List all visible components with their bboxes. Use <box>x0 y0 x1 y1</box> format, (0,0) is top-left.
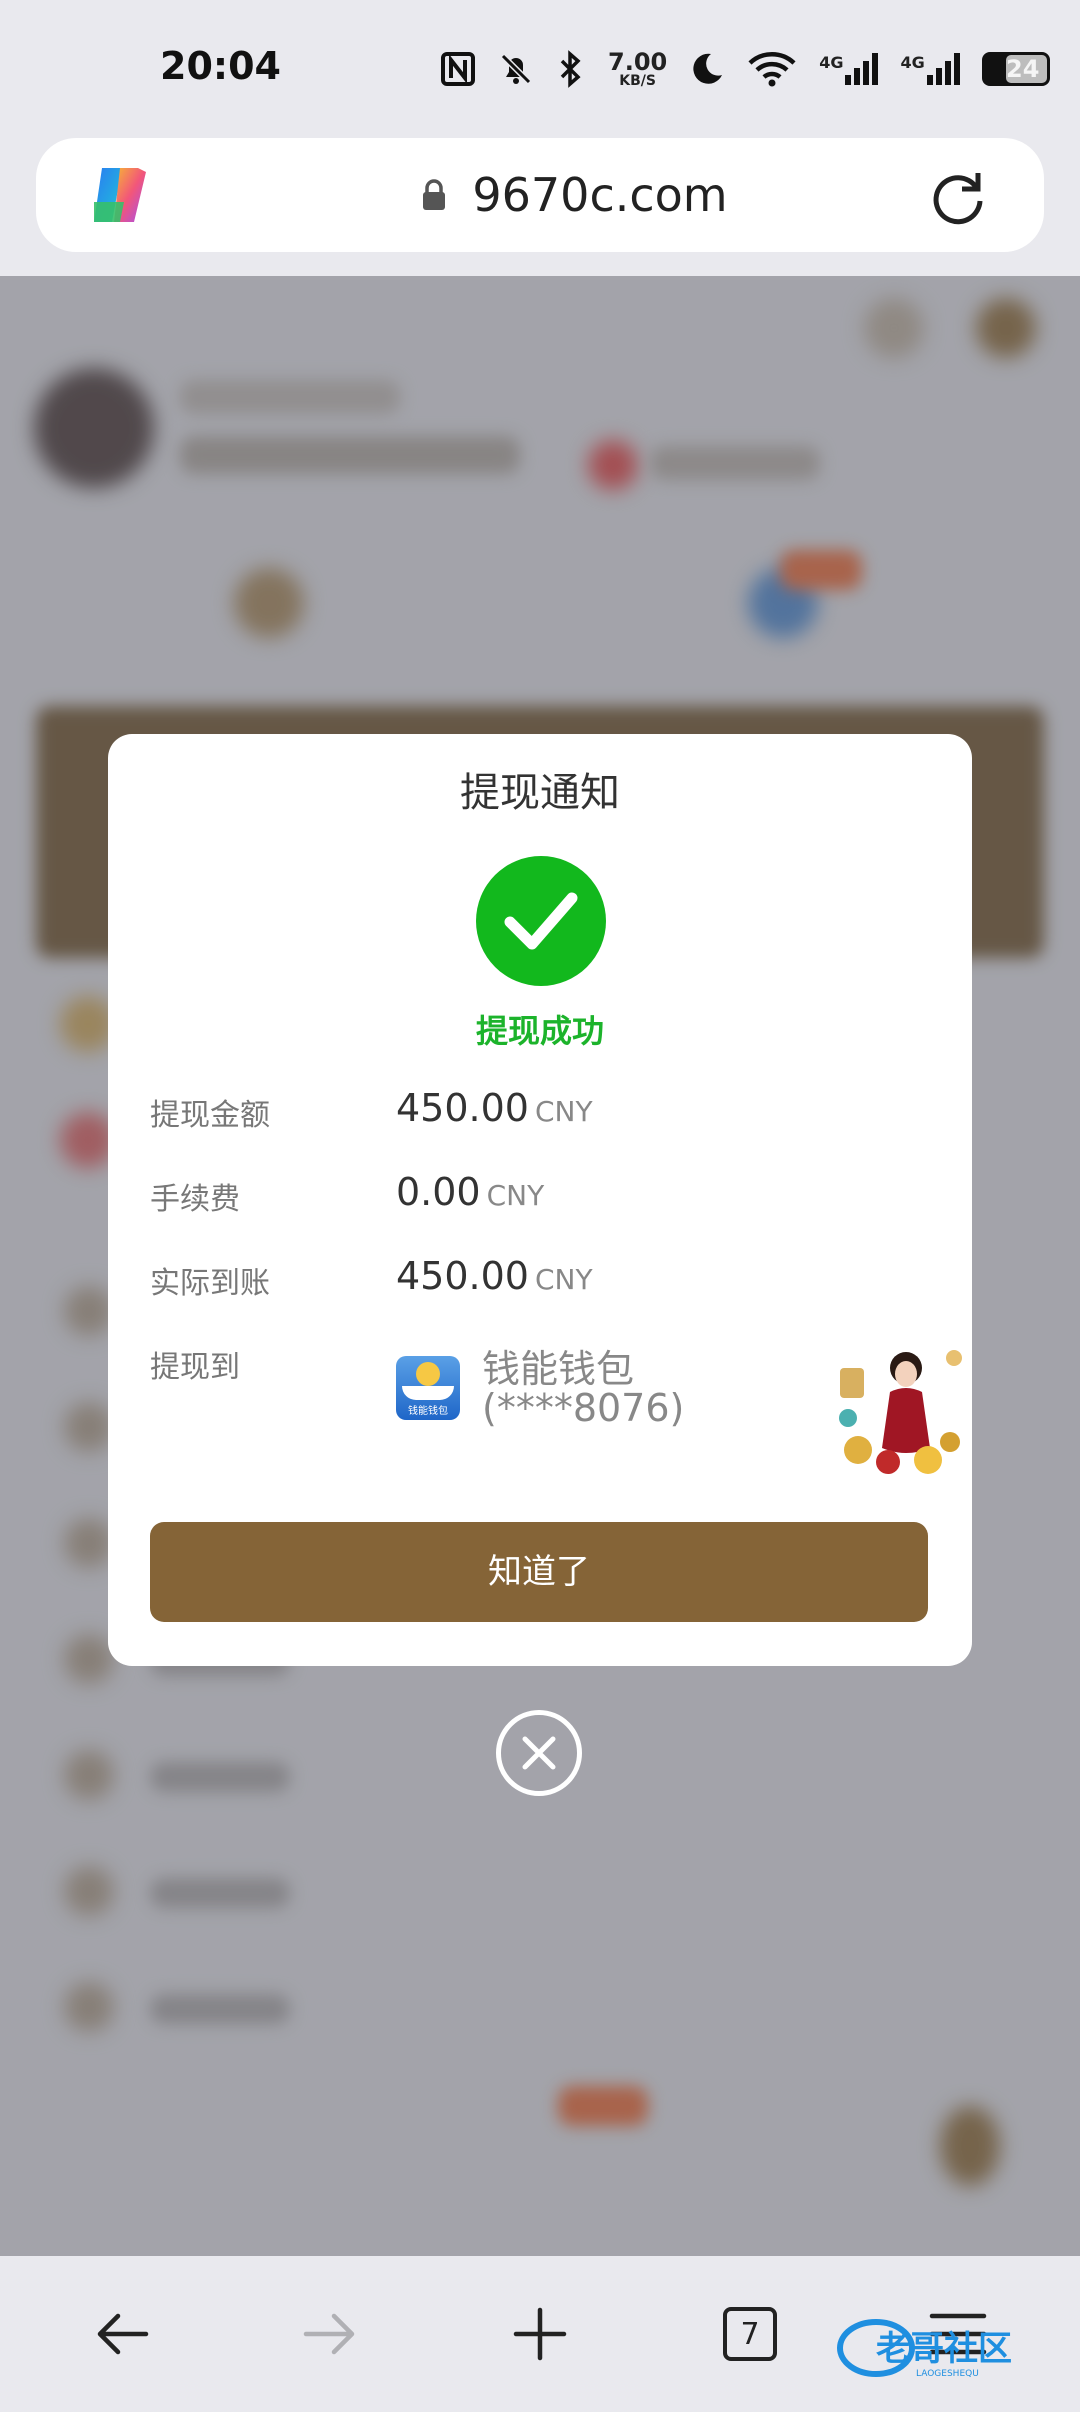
copilot-icon[interactable] <box>86 162 154 228</box>
status-icons: 7.00 KB/S 4G 4G 24 <box>440 46 1050 92</box>
wallet-icon: 钱能钱包 <box>396 1356 460 1420</box>
watermark-logo: 老哥社区 LAOGESHEQU <box>837 2319 1012 2379</box>
fee-unit: CNY <box>486 1179 545 1212</box>
tab-count[interactable]: 7 <box>723 2307 777 2361</box>
signal-icon <box>845 53 879 85</box>
url-text[interactable]: 9670c.com <box>440 168 760 222</box>
close-icon[interactable] <box>519 1733 559 1773</box>
signal-icon <box>926 53 960 85</box>
close-dialog-button[interactable] <box>496 1710 582 1796</box>
status-bar: 20:04 7.00 KB/S 4G 4G 24 <box>0 0 1080 130</box>
received-unit: CNY <box>534 1263 593 1296</box>
bluetooth-icon <box>560 50 581 88</box>
amount-number: 450.00 <box>396 1086 529 1130</box>
nfc-icon <box>441 52 475 86</box>
received-number: 450.00 <box>396 1254 529 1298</box>
promo-image[interactable] <box>830 1338 970 1478</box>
ok-button[interactable]: 知道了 <box>150 1522 928 1622</box>
received-value: 450.00 CNY <box>396 1254 593 1298</box>
new-tab-button[interactable] <box>500 2294 580 2374</box>
amount-label: 提现金额 <box>150 1098 270 1133</box>
speed-unit: KB/S <box>619 73 656 89</box>
fee-value: 0.00 CNY <box>396 1170 544 1214</box>
address-bar[interactable]: 9670c.com <box>36 138 1044 252</box>
signal-sim1: 4G <box>819 53 879 85</box>
plus-icon[interactable] <box>512 2306 568 2362</box>
speed-value: 7.00 <box>608 48 668 76</box>
battery-level: 24 <box>1006 55 1040 83</box>
watermark-sub: LAOGESHEQU <box>916 2369 979 2379</box>
network-speed: 7.00 KB/S <box>608 50 667 88</box>
arrow-right-icon[interactable] <box>302 2310 358 2358</box>
success-check-icon <box>476 856 606 986</box>
back-button[interactable] <box>82 2294 162 2374</box>
fee-number: 0.00 <box>396 1170 481 1214</box>
received-label: 实际到账 <box>150 1266 270 1301</box>
watermark-text: 老哥社区 <box>876 2329 1012 2369</box>
wallet-icon-label: 钱能钱包 <box>408 1406 448 1417</box>
signal-sim2: 4G <box>900 53 960 85</box>
battery-icon: 24 <box>981 52 1050 86</box>
status-time: 20:04 <box>160 44 281 88</box>
amount-unit: CNY <box>534 1095 593 1128</box>
withdrawal-status: 提现成功 <box>475 1012 604 1050</box>
wallet-account: (****8076) <box>482 1386 685 1430</box>
network-type-1: 4G <box>819 53 844 72</box>
amount-value: 450.00 CNY <box>396 1086 593 1130</box>
wallet-name: 钱能钱包 <box>482 1347 635 1391</box>
dialog-title: 提现通知 <box>460 770 620 816</box>
reload-icon[interactable] <box>928 165 988 225</box>
tabs-button[interactable]: 7 <box>710 2294 790 2374</box>
destination-label: 提现到 <box>150 1350 240 1385</box>
network-type-2: 4G <box>900 53 925 72</box>
arrow-left-icon[interactable] <box>94 2310 150 2358</box>
forward-button[interactable] <box>290 2294 370 2374</box>
mute-icon <box>500 53 532 85</box>
fee-label: 手续费 <box>150 1182 240 1217</box>
wifi-icon <box>748 52 796 87</box>
moon-icon <box>693 53 723 84</box>
withdrawal-dialog: 提现通知 提现成功 提现金额 450.00 CNY 手续费 0.00 CNY 实际到… <box>108 734 972 1666</box>
